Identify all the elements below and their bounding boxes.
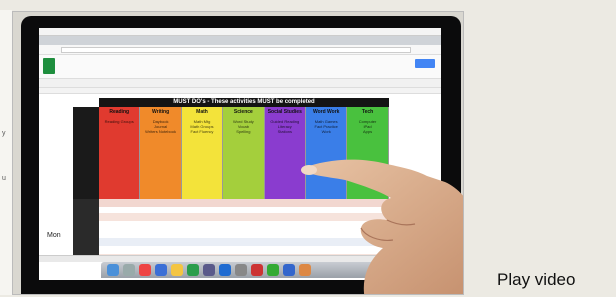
schedule-column-label: Tech (361, 109, 374, 115)
left-page-sliver: y u (0, 10, 12, 295)
schedule-column-label: Writing (152, 109, 170, 115)
schedule-column-label: Science (233, 109, 253, 115)
play-video-link[interactable]: Play video (497, 270, 575, 290)
schedule-column: Reading Reading Groups (99, 107, 141, 199)
schedule-column: Writing Daybook Journal Writers Notebook (140, 107, 182, 199)
spreadsheet-toolbar (39, 79, 441, 88)
mac-menubar (39, 28, 441, 36)
schedule-column-label: Math (196, 109, 208, 115)
launchpad-icon (123, 264, 135, 276)
address-bar (39, 45, 441, 55)
video-thumbnail[interactable]: MUST DO's - These activities MUST be com… (12, 11, 464, 295)
appstore-icon (219, 264, 231, 276)
video-embed-frame: y u MUST DO's - These activities MUST be… (0, 0, 616, 297)
chrome-icon (139, 264, 151, 276)
excel-icon (267, 264, 279, 276)
schedule-column-label: Reading (109, 109, 130, 115)
schedule-column-label: Word Work (312, 109, 340, 115)
schedule-column: Science Word Study Vocab Spelling (223, 107, 265, 199)
itunes-icon (203, 264, 215, 276)
must-do-banner: MUST DO's - These activities MUST be com… (99, 98, 389, 107)
share-button (415, 59, 435, 68)
row-label-monday: Mon (47, 232, 61, 239)
facetime-icon (187, 264, 199, 276)
schedule-column-body: Math Mtg Math Groups Fact Fluency (190, 119, 214, 134)
schedule-column-body: Daybook Journal Writers Notebook (145, 119, 176, 134)
schedule-column: Math Math Mtg Math Groups Fact Fluency (181, 107, 224, 199)
finder-icon (107, 264, 119, 276)
photobooth-icon (251, 264, 263, 276)
schedule-column-body: Word Study Vocab Spelling (232, 119, 254, 134)
settings-icon (235, 264, 247, 276)
pointing-hand-image (301, 159, 463, 294)
safari-icon (155, 264, 167, 276)
schedule-column-label: Social Studies (267, 109, 302, 115)
schedule-column-body: Reading Groups (104, 119, 134, 124)
sheets-logo-icon (43, 58, 55, 74)
browser-tab-strip (39, 36, 441, 45)
word-icon (283, 264, 295, 276)
notes-icon (171, 264, 183, 276)
spreadsheet-header (39, 55, 441, 79)
